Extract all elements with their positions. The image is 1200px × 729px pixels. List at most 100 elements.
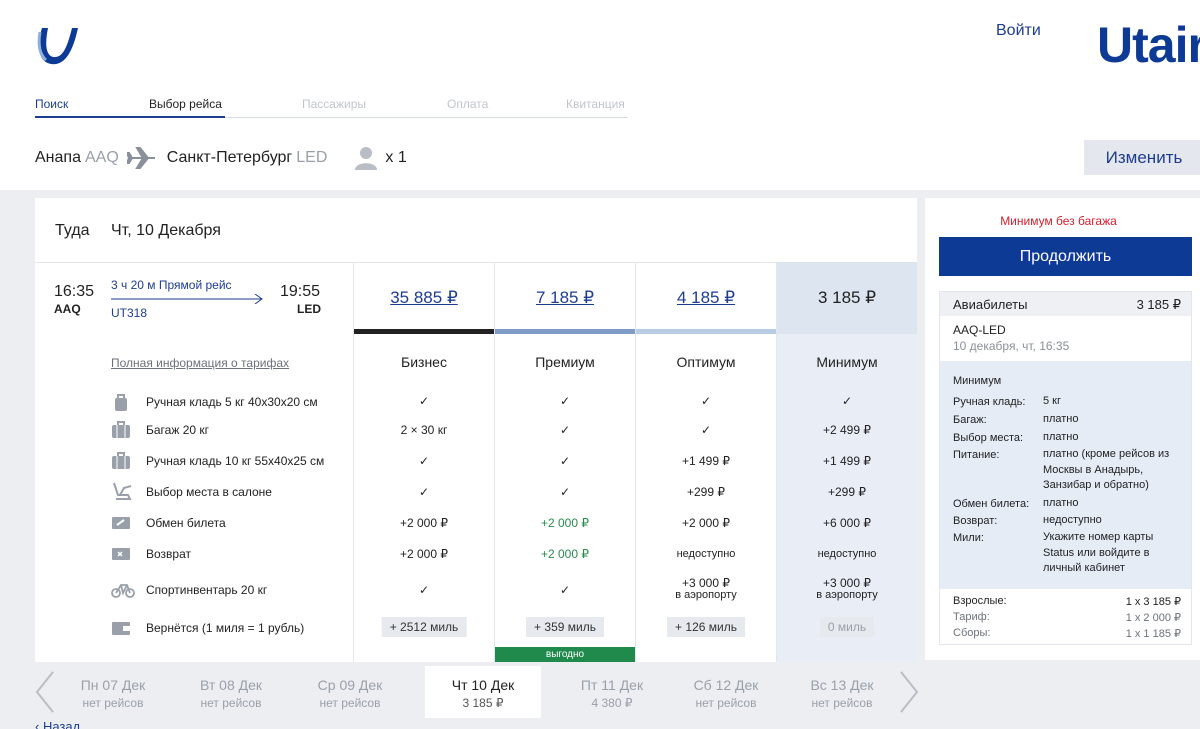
utair-logo-icon[interactable] xyxy=(34,24,80,68)
date-day: Вт 08 Дек xyxy=(199,677,263,693)
date-day: Пт 11 Дек xyxy=(580,677,644,693)
date-carousel: Пн 07 Дек нет рейсов Вт 08 Дек нет рейсов … xyxy=(33,666,919,718)
fare-stripe xyxy=(636,329,776,334)
login-link[interactable]: Войти xyxy=(996,22,1041,40)
fare-price-cell[interactable]: 7 185 ₽ xyxy=(495,262,635,334)
luggage-icon xyxy=(112,421,130,438)
fare-column-minimum[interactable]: 3 185 ₽ Минимум ✓ +2 499 ₽ +1 499 ₽ +299… xyxy=(776,262,917,662)
route-summary: Анапа AAQ Санкт-Петербург LED x 1 xyxy=(35,146,407,170)
detail-value: недоступно xyxy=(1043,514,1102,526)
detail-key: Ручная кладь: xyxy=(953,396,1026,408)
fare-price-cell[interactable]: 35 885 ₽ xyxy=(354,262,494,334)
fare-cell: ✓ xyxy=(841,394,853,408)
fare-cell: +2 000 ₽ xyxy=(540,516,589,530)
fare-details-box: Минимум Ручная кладь: 5 кг Багаж: платно… xyxy=(940,361,1191,589)
fare-price[interactable]: 4 185 ₽ xyxy=(677,288,735,308)
date-info: нет рейсов xyxy=(319,696,381,710)
fare-cell: ✓ xyxy=(559,394,571,408)
total-key: Тариф: xyxy=(953,611,990,623)
fare-cell: ✓ xyxy=(559,485,571,499)
fare-cell: +6 000 ₽ xyxy=(822,516,871,530)
order-summary: Авиабилеты 3 185 ₽ AAQ-LED 10 декабря, ч… xyxy=(939,291,1192,645)
summary-route: AAQ-LED xyxy=(953,323,1006,337)
fare-column-optimum[interactable]: 4 185 ₽ Оптимум ✓ ✓ +1 499 ₽ +299 ₽ +2 0… xyxy=(635,262,776,662)
fare-name: Минимум xyxy=(816,354,878,370)
fare-stripe xyxy=(495,329,635,334)
fare-cell: +2 000 ₽ xyxy=(540,547,589,561)
miles-badge: 0 миль xyxy=(819,617,875,637)
ticket-exchange-icon xyxy=(112,517,130,529)
fare-column-business[interactable]: 35 885 ₽ Бизнес ✓ 2 × 30 кг ✓ ✓ +2 000 ₽… xyxy=(353,262,494,662)
departure-time: 16:35 xyxy=(54,283,95,300)
fare-name: Бизнес xyxy=(401,354,447,370)
detail-value: платно xyxy=(1043,413,1079,425)
fare-cell: ✓ xyxy=(700,423,712,437)
date-option[interactable]: Сб 12 Дек нет рейсов xyxy=(668,666,784,718)
fare-cell: +299 ₽ xyxy=(687,485,725,499)
date-option-selected[interactable]: Чт 10 Дек 3 185 ₽ xyxy=(425,666,541,718)
fare-cell: +299 ₽ xyxy=(828,485,866,499)
fare-cell: +2 000 ₽ xyxy=(399,516,448,530)
suitcase-icon xyxy=(112,452,130,469)
header: Войти Utair Поиск Выбор рейса Пассажиры … xyxy=(0,0,1200,190)
fare-column-premium[interactable]: 7 185 ₽ Премиум ✓ ✓ ✓ ✓ +2 000 ₽ +2 000 … xyxy=(494,262,635,662)
date-option[interactable]: Вт 08 Дек нет рейсов xyxy=(173,666,289,718)
summary-header: Авиабилеты 3 185 ₽ xyxy=(940,292,1191,316)
detail-key: Багаж: xyxy=(953,414,987,426)
fare-cell: +3 000 ₽ xyxy=(681,576,730,590)
fare-cell: ✓ xyxy=(418,454,430,468)
detail-key: Питание: xyxy=(953,449,1000,461)
step-receipt: Квитанция xyxy=(566,97,625,111)
bicycle-icon xyxy=(111,584,135,598)
step-search[interactable]: Поиск xyxy=(35,97,68,111)
fare-cell: +1 499 ₽ xyxy=(681,454,730,468)
flight-panel: Туда Чт, 10 Декабря 16:35 AAQ 3 ч 20 м П… xyxy=(35,198,917,662)
date-day: Сб 12 Дек xyxy=(693,677,759,693)
chevron-left-icon[interactable] xyxy=(33,670,57,714)
fare-cell: ✓ xyxy=(559,454,571,468)
total-key: Сборы: xyxy=(953,627,991,639)
flight-number: UT318 xyxy=(111,306,148,320)
date-day: Пн 07 Дек xyxy=(80,677,146,693)
fare-name: Премиум xyxy=(535,354,595,370)
date-day: Чт 10 Дек xyxy=(451,677,515,693)
fare-price-cell[interactable]: 3 185 ₽ xyxy=(777,262,917,334)
date-option[interactable]: Вс 13 Дек нет рейсов xyxy=(784,666,900,718)
feature-label: Обмен билета xyxy=(146,516,226,530)
to-code: LED xyxy=(296,149,328,166)
fare-price[interactable]: 7 185 ₽ xyxy=(536,288,594,308)
miles-badge: + 359 миль xyxy=(526,617,604,637)
passenger-count: x 1 xyxy=(385,149,407,166)
fare-cell: ✓ xyxy=(559,423,571,437)
fares-info-link[interactable]: Полная информация о тарифах xyxy=(111,356,289,370)
arrival-time: 19:55 xyxy=(280,283,321,300)
detail-value: платно xyxy=(1043,431,1079,443)
chevron-right-icon[interactable] xyxy=(897,670,921,714)
continue-button[interactable]: Продолжить xyxy=(939,237,1192,276)
date-option[interactable]: Ср 09 Дек нет рейсов xyxy=(292,666,408,718)
flight-date: Чт, 10 Декабря xyxy=(111,222,221,239)
date-option[interactable]: Пт 11 Дек 4 380 ₽ xyxy=(554,666,670,718)
fare-price[interactable]: 3 185 ₽ xyxy=(818,288,876,308)
detail-value: платно (кроме рейсов из Москвы в Анадырь… xyxy=(1043,448,1170,491)
fare-price-cell[interactable]: 4 185 ₽ xyxy=(636,262,776,334)
detail-value: Укажите номер карты Status или войдите в… xyxy=(1043,531,1154,574)
back-link[interactable]: ‹ Назад xyxy=(35,719,80,729)
miles-badge: + 126 миль xyxy=(667,617,745,637)
feature-label: Ручная кладь 10 кг 55x40x25 см xyxy=(146,454,325,468)
change-search-button[interactable]: Изменить xyxy=(1084,140,1200,175)
brand-logo[interactable]: Utair xyxy=(1097,16,1200,74)
fare-warning: Минимум без багажа xyxy=(1000,214,1117,228)
detail-value: 5 кг xyxy=(1043,395,1061,407)
feature-label: Спортинвентарь 20 кг xyxy=(146,583,268,597)
fare-cell: +2 499 ₽ xyxy=(822,423,871,437)
date-option[interactable]: Пн 07 Дек нет рейсов xyxy=(55,666,171,718)
steps-progress-bar xyxy=(35,116,225,118)
arrival-code: LED xyxy=(297,302,321,316)
fare-cell: ✓ xyxy=(418,394,430,408)
detail-key: Мили: xyxy=(953,532,984,544)
fare-cell: +3 000 ₽ xyxy=(822,576,871,590)
fare-cell: 2 × 30 кг xyxy=(400,423,448,437)
feature-label: Вернётся (1 миля = 1 рубль) xyxy=(146,621,305,635)
fare-price[interactable]: 35 885 ₽ xyxy=(390,288,458,308)
